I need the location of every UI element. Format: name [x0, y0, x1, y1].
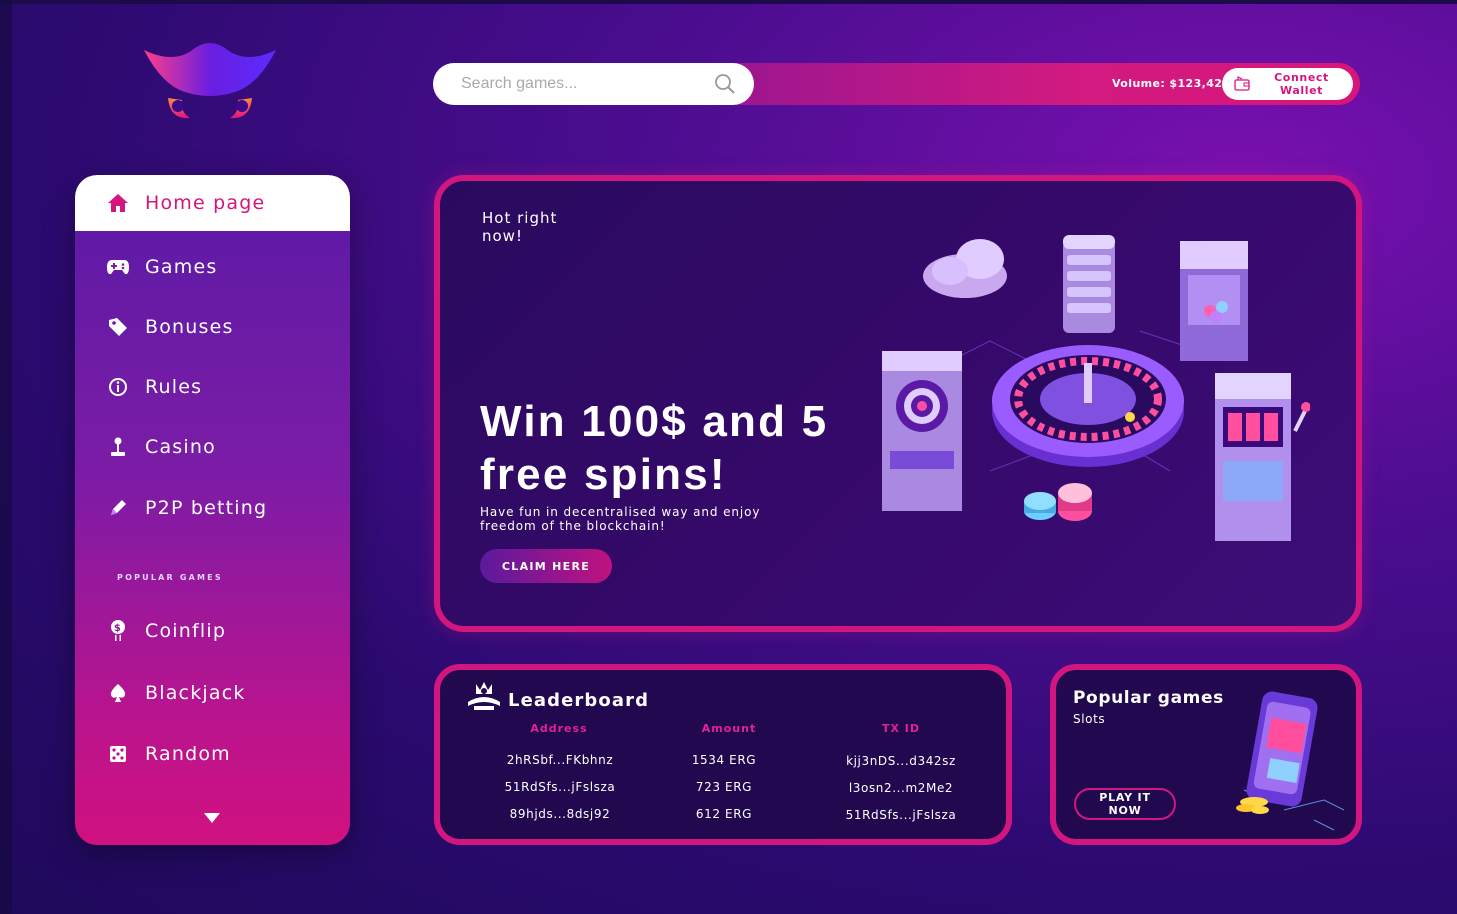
server-icon	[1063, 235, 1115, 333]
column-header-address: Address	[530, 722, 588, 735]
volume-label: Volume: $123,42k	[1112, 77, 1231, 90]
sidebar-item-random[interactable]: Random	[75, 726, 350, 782]
connect-wallet-label: Connect Wallet	[1274, 71, 1329, 97]
pen-icon	[105, 495, 131, 521]
column-header-amount: Amount	[701, 722, 757, 735]
sidebar-item-label: Blackjack	[145, 682, 246, 704]
cloud-icon	[923, 239, 1007, 298]
hero-tag: Hot right now!	[482, 209, 558, 245]
sidebar-item-label: Bonuses	[145, 316, 234, 338]
left-border	[0, 0, 12, 914]
amount-cell: 1534 ERG	[691, 753, 757, 767]
sidebar-item-coinflip[interactable]: $ Coinflip	[75, 603, 350, 659]
poker-chips-icon	[1024, 483, 1092, 521]
amount-cell: 612 ERG	[695, 807, 753, 821]
sidebar-item-games[interactable]: Games	[75, 239, 350, 295]
coin-icon: $	[105, 618, 131, 644]
chevron-down-icon[interactable]	[202, 811, 222, 825]
sidebar-item-p2p-betting[interactable]: P2P betting	[75, 480, 350, 536]
section-title-popular-games: POPULAR GAMES	[117, 573, 223, 582]
hero-subtitle: Have fun in decentralised way and enjoy …	[480, 505, 761, 533]
hero-title: Win 100$ and 5 free spins!	[480, 397, 829, 499]
address-cell: 51RdSfs...jFslsza	[504, 780, 616, 794]
spade-icon	[105, 680, 131, 706]
address-cell: 89hjds...8dsj92	[509, 807, 611, 821]
popular-games-panel: Popular games Slots PLAY IT NOW	[1050, 664, 1362, 845]
search-input[interactable]	[459, 74, 713, 94]
amount-cell: 723 ERG	[695, 780, 753, 794]
roulette-icon	[992, 345, 1184, 467]
sidebar-item-rules[interactable]: Rules	[75, 359, 350, 415]
column-header-tx-id: TX ID	[881, 722, 921, 735]
tx-id-cell: l3osn2...m2Me2	[848, 781, 954, 795]
hero-banner: Hot right now! Win 100$ and 5 free spins…	[434, 175, 1362, 632]
claw-machine-icon	[1180, 241, 1248, 361]
home-icon	[105, 190, 131, 216]
dartboard-machine-icon	[882, 351, 962, 511]
sidebar-item-casino[interactable]: Casino	[75, 419, 350, 475]
search-icon[interactable]	[713, 72, 737, 96]
svg-text:$: $	[114, 623, 122, 634]
connect-wallet-button[interactable]: Connect Wallet	[1222, 68, 1353, 100]
info-icon	[105, 374, 131, 400]
sidebar-item-label: Home page	[145, 192, 266, 214]
sidebar-item-home[interactable]: Home page	[75, 175, 350, 231]
sidebar-item-label: Coinflip	[145, 620, 227, 642]
casino-illustration	[882, 235, 1310, 541]
popular-games-subtitle: Slots	[1073, 712, 1106, 726]
sidebar-item-label: Games	[145, 256, 218, 278]
slot-machine-icon	[1215, 373, 1310, 541]
sidebar-item-label: P2P betting	[145, 497, 268, 519]
devil-mask-logo[interactable]	[140, 40, 280, 130]
play-it-now-button[interactable]: PLAY IT NOW	[1074, 788, 1176, 820]
claim-here-button[interactable]: CLAIM HERE	[480, 549, 612, 583]
dice-icon	[105, 741, 131, 767]
sidebar-item-bonuses[interactable]: Bonuses	[75, 299, 350, 355]
tx-id-cell: kjj3nDS...d342sz	[846, 754, 956, 768]
sidebar-item-blackjack[interactable]: Blackjack	[75, 665, 350, 721]
slot-phone-illustration	[1236, 691, 1345, 831]
tag-icon	[105, 314, 131, 340]
sidebar-item-label: Rules	[145, 376, 203, 398]
trophy-crown-icon	[468, 682, 500, 710]
top-border	[0, 0, 1457, 4]
popular-games-title: Popular games	[1073, 688, 1224, 708]
sidebar-item-label: Random	[145, 743, 231, 765]
search-bar[interactable]	[433, 63, 754, 105]
address-cell: 2hRSbf...FKbhnz	[506, 753, 614, 767]
tx-id-cell: 51RdSfs...jFslsza	[845, 808, 957, 822]
leaderboard-panel: Leaderboard Address Amount TX ID 2hRSbf.…	[434, 664, 1012, 845]
sidebar-item-label: Casino	[145, 436, 216, 458]
gamepad-icon	[105, 254, 131, 280]
leaderboard-title: Leaderboard	[508, 690, 650, 711]
sidebar: Home page Games Bonuses Rules Casino P2P…	[75, 175, 350, 845]
joystick-icon	[105, 434, 131, 460]
wallet-icon	[1234, 75, 1250, 94]
